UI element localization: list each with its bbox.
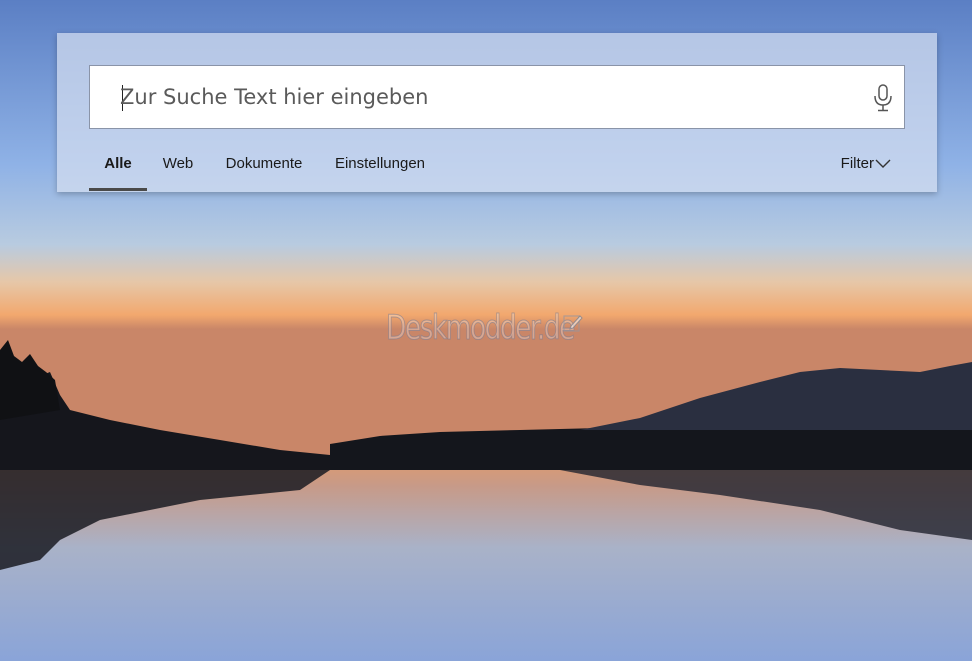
search-scope-tabs: Alle Web Dokumente Einstellungen Filter	[89, 149, 905, 191]
search-panel: Alle Web Dokumente Einstellungen Filter	[57, 33, 937, 192]
filter-label: Filter	[840, 155, 874, 172]
filter-button[interactable]: Filter	[841, 149, 891, 179]
tab-settings[interactable]: Einstellungen	[333, 149, 427, 191]
search-input[interactable]	[120, 66, 860, 128]
microphone-icon[interactable]	[872, 83, 894, 113]
search-box[interactable]	[89, 65, 905, 129]
edit-icon	[563, 315, 583, 332]
tab-all[interactable]: Alle	[89, 149, 147, 191]
tab-documents[interactable]: Dokumente	[223, 149, 305, 191]
watermark-text: Deskmodder.de	[386, 308, 576, 349]
tab-web[interactable]: Web	[159, 149, 197, 191]
chevron-down-icon	[875, 159, 891, 168]
